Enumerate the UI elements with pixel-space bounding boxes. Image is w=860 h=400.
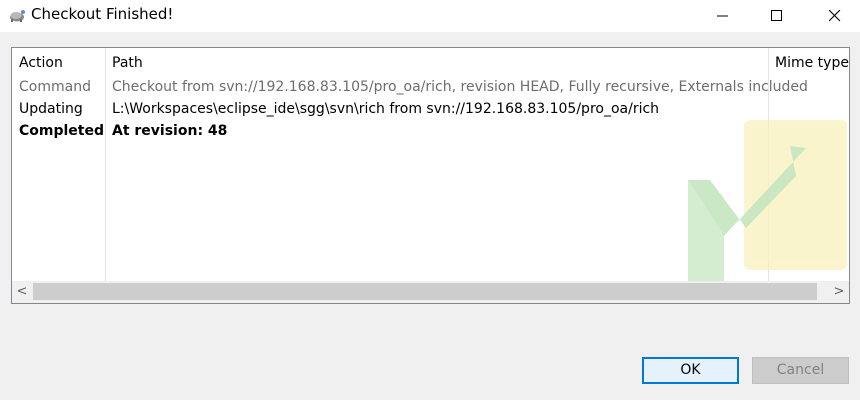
- column-divider: [105, 48, 106, 281]
- maximize-icon[interactable]: [754, 0, 800, 32]
- table-row-path: At revision: 48: [112, 123, 228, 139]
- results-list[interactable]: Action Path Mime type Command Checkout f…: [11, 47, 850, 304]
- checkmark-arrow-icon: [688, 118, 849, 281]
- ok-button[interactable]: OK: [642, 357, 739, 384]
- scrollbar-thumb[interactable]: [33, 283, 817, 300]
- column-header-mime-type[interactable]: Mime type: [775, 48, 849, 78]
- table-row-path: L:\Workspaces\eclipse_ide\sgg\svn\rich f…: [112, 101, 660, 117]
- table-row-action: Completed: [19, 123, 105, 139]
- table-row-path: Checkout from svn://192.168.83.105/pro_o…: [112, 79, 808, 95]
- table-row-action: Command: [19, 79, 91, 95]
- tortoise-icon: [8, 6, 26, 24]
- title-bar: Checkout Finished!: [0, 0, 860, 32]
- close-icon[interactable]: [812, 0, 858, 32]
- cancel-button[interactable]: Cancel: [752, 357, 849, 384]
- table-row-action: Updating: [19, 101, 83, 117]
- minimize-icon[interactable]: [700, 0, 746, 32]
- window-title: Checkout Finished!: [31, 5, 174, 23]
- column-header-action[interactable]: Action: [19, 48, 63, 78]
- horizontal-scrollbar[interactable]: < >: [12, 281, 849, 303]
- scroll-right-button[interactable]: >: [829, 281, 849, 303]
- column-header-path[interactable]: Path: [112, 48, 143, 78]
- scroll-left-button[interactable]: <: [12, 281, 32, 303]
